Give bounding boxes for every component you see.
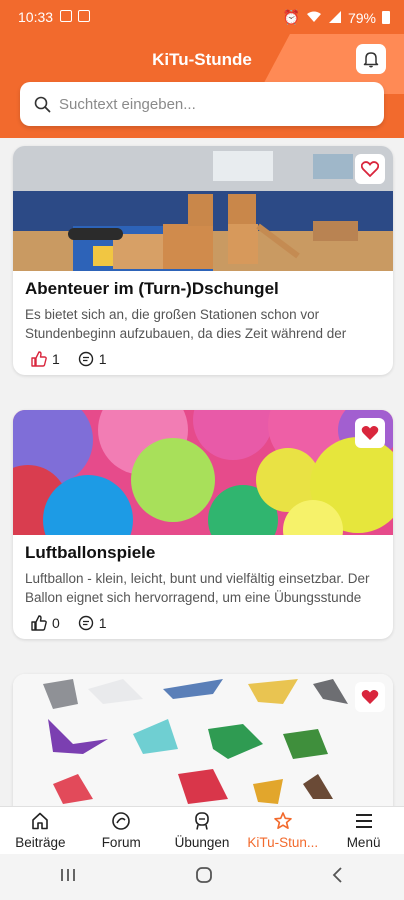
status-time: 10:33 xyxy=(18,9,54,25)
nav-item-uebungen[interactable]: Übungen xyxy=(162,807,243,854)
search-bar[interactable] xyxy=(20,82,384,126)
nav-item-forum[interactable]: Forum xyxy=(81,807,162,854)
comment-icon xyxy=(78,615,93,631)
favorite-button[interactable] xyxy=(355,154,385,184)
card-description: Luftballon - klein, leicht, bunt und vie… xyxy=(25,571,370,605)
nav-item-kitu-stunde[interactable]: KiTu-Stun... xyxy=(242,807,323,854)
card-image-balloons xyxy=(13,410,393,535)
card-description: Es bietet sich an, die großen Stationen … xyxy=(25,307,347,341)
alarm-icon: ⏰ xyxy=(282,9,300,25)
comment-count[interactable]: 1 xyxy=(78,351,107,367)
lesson-card[interactable] xyxy=(13,674,393,806)
search-input[interactable] xyxy=(59,95,359,113)
notification-button[interactable] xyxy=(356,44,386,74)
recent-apps-button[interactable] xyxy=(59,867,77,888)
system-navigation xyxy=(0,854,404,900)
bell-icon xyxy=(363,52,379,68)
nav-item-beitraege[interactable]: Beiträge xyxy=(0,807,81,854)
bottom-navigation: Beiträge Forum Übungen KiTu-Stun... Menü xyxy=(0,806,404,854)
like-count[interactable]: 0 xyxy=(31,615,60,631)
menu-icon xyxy=(355,814,372,828)
content-feed[interactable]: Abenteuer im (Turn-)Dschungel Es bietet … xyxy=(0,138,404,806)
home-icon xyxy=(32,812,49,830)
card-image-gym xyxy=(13,146,393,271)
image-notification-icon xyxy=(78,10,90,22)
home-button[interactable] xyxy=(195,866,213,889)
heart-filled-icon xyxy=(361,690,379,704)
comment-icon xyxy=(78,351,93,367)
card-stats: 0 1 xyxy=(31,615,375,631)
recents-icon xyxy=(61,868,75,881)
heart-outline-icon xyxy=(361,161,379,177)
lesson-card[interactable]: Luftballonspiele Luftballon - klein, lei… xyxy=(13,410,393,639)
signal-icon xyxy=(328,10,342,26)
thumbs-up-icon xyxy=(31,615,47,631)
card-stats: 1 1 xyxy=(31,351,375,367)
status-bar: 10:33 ⏰ 79% xyxy=(0,0,404,34)
card-image-origami xyxy=(13,674,393,806)
lesson-card[interactable]: Abenteuer im (Turn-)Dschungel Es bietet … xyxy=(13,146,393,375)
nav-label: Übungen xyxy=(174,835,230,850)
battery-icon xyxy=(382,11,390,24)
page-title: KiTu-Stunde xyxy=(152,50,252,69)
comment-count[interactable]: 1 xyxy=(78,615,107,631)
back-button[interactable] xyxy=(331,866,345,889)
wifi-icon xyxy=(306,10,322,26)
favorite-button[interactable] xyxy=(355,682,385,712)
card-title: Abenteuer im (Turn-)Dschungel xyxy=(25,279,279,298)
exercise-icon xyxy=(195,812,209,830)
nav-label: Forum xyxy=(101,835,141,850)
nav-item-menu[interactable]: Menü xyxy=(323,807,404,854)
back-chevron-icon xyxy=(332,866,342,883)
card-title: Luftballonspiele xyxy=(25,543,156,562)
nav-label: Menü xyxy=(346,835,381,850)
search-icon xyxy=(34,96,51,112)
notification-icon xyxy=(60,10,72,22)
forum-icon xyxy=(112,812,130,830)
thumbs-up-icon xyxy=(31,351,47,367)
favorite-button[interactable] xyxy=(355,418,385,448)
like-count[interactable]: 1 xyxy=(31,351,60,367)
heart-filled-icon xyxy=(361,426,379,440)
app-header: KiTu-Stunde xyxy=(0,34,404,138)
star-icon xyxy=(273,812,292,829)
home-circle-icon xyxy=(196,866,212,883)
nav-label: Beiträge xyxy=(15,835,66,850)
nav-label: KiTu-Stun... xyxy=(247,835,319,850)
battery-level: 79% xyxy=(347,9,376,26)
